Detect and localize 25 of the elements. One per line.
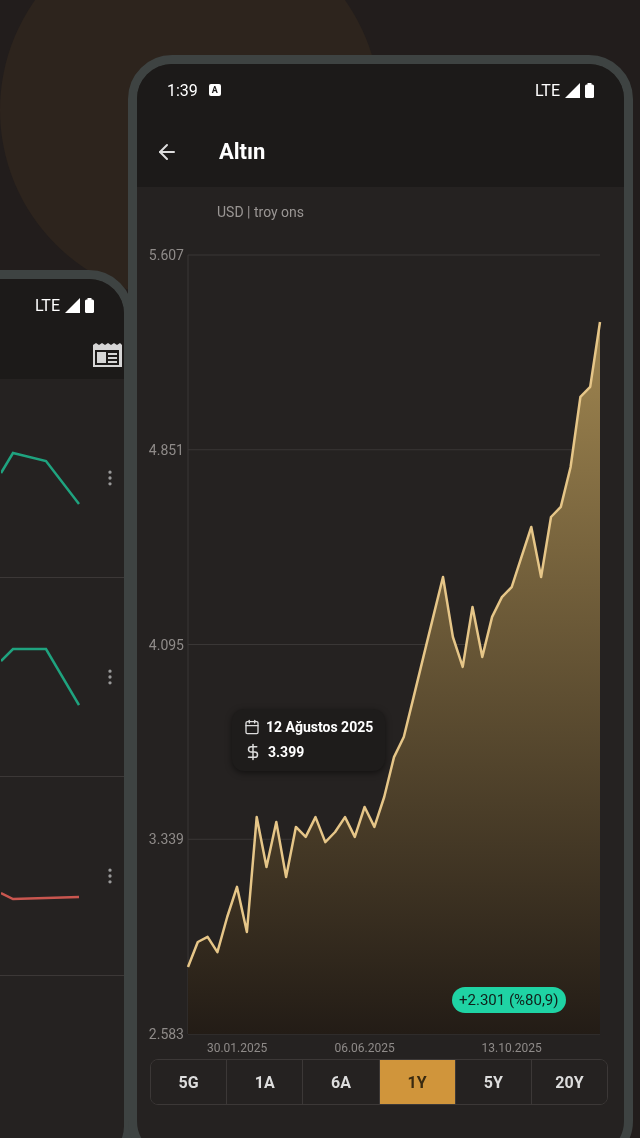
tooltip-value: 3.399 xyxy=(268,744,305,760)
x-axis-label: 30.01.2025 xyxy=(206,1041,268,1055)
network-label: LTE xyxy=(34,295,60,315)
tooltip-date: 12 Ağustos 2025 xyxy=(266,719,374,735)
y-axis-label: 5.607 xyxy=(148,247,184,263)
screen-title: Altın xyxy=(219,139,266,164)
notification-icon: A xyxy=(208,84,221,96)
y-axis-label: 2.583 xyxy=(148,1026,184,1042)
y-axis-label: 4.095 xyxy=(148,636,184,653)
change-badge: +2.301 (%80,9) xyxy=(452,987,566,1013)
range-tab[interactable]: 1Y xyxy=(379,1060,456,1104)
x-axis-label: 13.10.2025 xyxy=(481,1041,542,1055)
y-axis-label: 4.851 xyxy=(148,441,184,458)
battery-icon xyxy=(85,297,94,313)
range-tab[interactable]: 5G xyxy=(151,1060,228,1104)
calendar-icon xyxy=(244,719,260,735)
status-time: 1:39 xyxy=(167,80,198,100)
signal-icon xyxy=(65,297,80,313)
x-axis-label: 06.06.2025 xyxy=(334,1041,395,1055)
network-label: LTE xyxy=(534,80,560,100)
newspaper-icon[interactable] xyxy=(92,342,122,368)
y-axis-label: 3.339 xyxy=(148,831,184,848)
signal-icon xyxy=(565,82,580,98)
battery-icon xyxy=(585,82,594,98)
unit-label: USD | troy ons xyxy=(216,203,306,221)
